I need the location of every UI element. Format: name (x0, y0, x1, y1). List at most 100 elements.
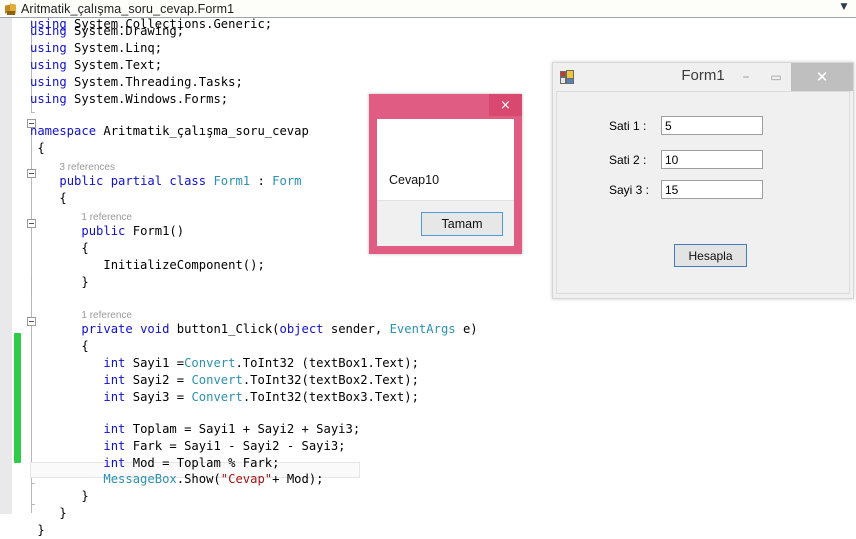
code-token: EventArgs (389, 322, 456, 336)
code-token: using (30, 58, 75, 72)
code-line: { (30, 140, 45, 157)
textbox2[interactable]: 10 (661, 150, 763, 169)
label-sayi-3: Sayi 3 : (609, 183, 650, 197)
code-token: System.Linq; (74, 41, 163, 55)
hesapla-button[interactable]: Hesapla (674, 244, 747, 267)
code-token: { (81, 339, 89, 353)
message-box-text: Cevap10 (389, 173, 440, 187)
form1-window[interactable]: Form1 – ▭ ✕ Sati 1 : 5 Sati 2 : 10 Sayi … (552, 62, 854, 299)
code-token: Convert (191, 373, 243, 387)
code-token: Form1 (213, 174, 251, 188)
close-glyph: ✕ (815, 68, 829, 86)
close-icon[interactable]: × (489, 94, 522, 116)
code-token: public (81, 224, 133, 238)
code-token: using (30, 41, 75, 55)
csharp-file-icon (4, 2, 18, 16)
minimize-icon[interactable]: – (731, 63, 761, 91)
code-line: private void button1_Click(object sender… (30, 321, 478, 338)
code-token: Sayi2 = (125, 373, 192, 387)
code-token: MessageBox (103, 472, 177, 486)
code-token: Convert (184, 356, 236, 370)
form1-client-area: Sati 1 : 5 Sati 2 : 10 Sayi 3 : 15 Hesap… (556, 91, 850, 294)
code-token: { (37, 141, 45, 155)
code-line: using System.Linq; (30, 40, 162, 57)
chevron-down-glyph: ▼ (840, 2, 848, 12)
code-token: int (103, 439, 126, 453)
code-token: namespace (30, 124, 104, 138)
code-token: : (250, 174, 273, 188)
code-line: int Sayi2 = Convert.ToInt32(textBox2.Tex… (30, 372, 419, 389)
code-token: Toplam = Sayi1 + Sayi2 + Sayi3; (125, 422, 361, 436)
chevron-down-icon[interactable]: ▼ (836, 1, 852, 18)
code-line: int Mod = Toplam % Fark; (30, 455, 279, 472)
code-token: object (279, 322, 324, 336)
code-line: InitializeComponent(); (30, 257, 264, 274)
code-token: using (30, 24, 75, 38)
code-token: int (103, 456, 126, 470)
label-sayi-2: Sati 2 : (609, 153, 647, 167)
close-glyph: × (500, 97, 511, 113)
code-token: 1 reference (81, 310, 132, 321)
textbox3[interactable]: 15 (661, 180, 763, 199)
code-line: int Sayi1 =Convert.ToInt32 (textBox1.Tex… (30, 355, 419, 372)
label-sayi-1: Sati 1 : (609, 119, 647, 133)
code-line: { (30, 338, 89, 355)
form1-titlebar[interactable]: Form1 – ▭ ✕ (553, 63, 853, 91)
code-token: Form1() (132, 224, 185, 238)
message-box-button-bar: Tamam (377, 200, 514, 246)
minimize-glyph: – (742, 69, 750, 85)
code-token: Convert (191, 390, 243, 404)
ok-button[interactable]: Tamam (421, 212, 503, 236)
code-token: "Cevap" (220, 472, 273, 486)
code-line: } (30, 274, 88, 291)
code-token: } (37, 523, 45, 537)
code-token: Mod = Toplam % Fark; (125, 456, 280, 470)
code-line: MessageBox.Show("Cevap"+ Mod); (30, 471, 324, 488)
code-line: } (30, 522, 45, 539)
textbox1[interactable]: 5 (661, 116, 763, 135)
editor-tab-form1[interactable]: Aritmatik_çalışma_soru_cevap.Form1 (0, 0, 243, 17)
code-line: int Sayi3 = Convert.ToInt32(textBox3.Tex… (30, 389, 419, 406)
code-token: int (103, 422, 126, 436)
code-token: e) (455, 322, 478, 336)
message-box-titlebar[interactable]: × (369, 94, 522, 116)
code-token: Aritmatik_çalışma_soru_cevap (103, 124, 309, 138)
maximize-icon[interactable]: ▭ (761, 63, 791, 91)
code-token: .ToInt32(textBox2.Text); (242, 373, 419, 387)
code-token: Sayi3 = (125, 390, 192, 404)
code-line: namespace Aritmatik_çalışma_soru_cevap (30, 123, 309, 140)
code-token: sender, (323, 322, 390, 336)
editor-tab-label: Aritmatik_çalışma_soru_cevap.Form1 (21, 1, 235, 16)
code-token: { (59, 191, 67, 205)
code-token: 1 reference (81, 212, 132, 223)
code-token: + Mod); (272, 472, 324, 486)
code-line: int Fark = Sayi1 - Sayi2 - Sayi3; (30, 438, 345, 455)
code-token: System.Text; (74, 58, 163, 72)
close-icon[interactable]: ✕ (791, 63, 853, 91)
message-box-dialog[interactable]: × Cevap10 Tamam (369, 94, 522, 254)
code-line: { (30, 190, 67, 207)
code-line: public partial class Form1 : Form (30, 173, 301, 190)
code-token: .ToInt32 (textBox1.Text); (235, 356, 419, 370)
code-token: int (103, 390, 126, 404)
code-token: System.Threading.Tasks; (74, 75, 243, 89)
code-line: using System.Windows.Forms; (30, 91, 228, 108)
